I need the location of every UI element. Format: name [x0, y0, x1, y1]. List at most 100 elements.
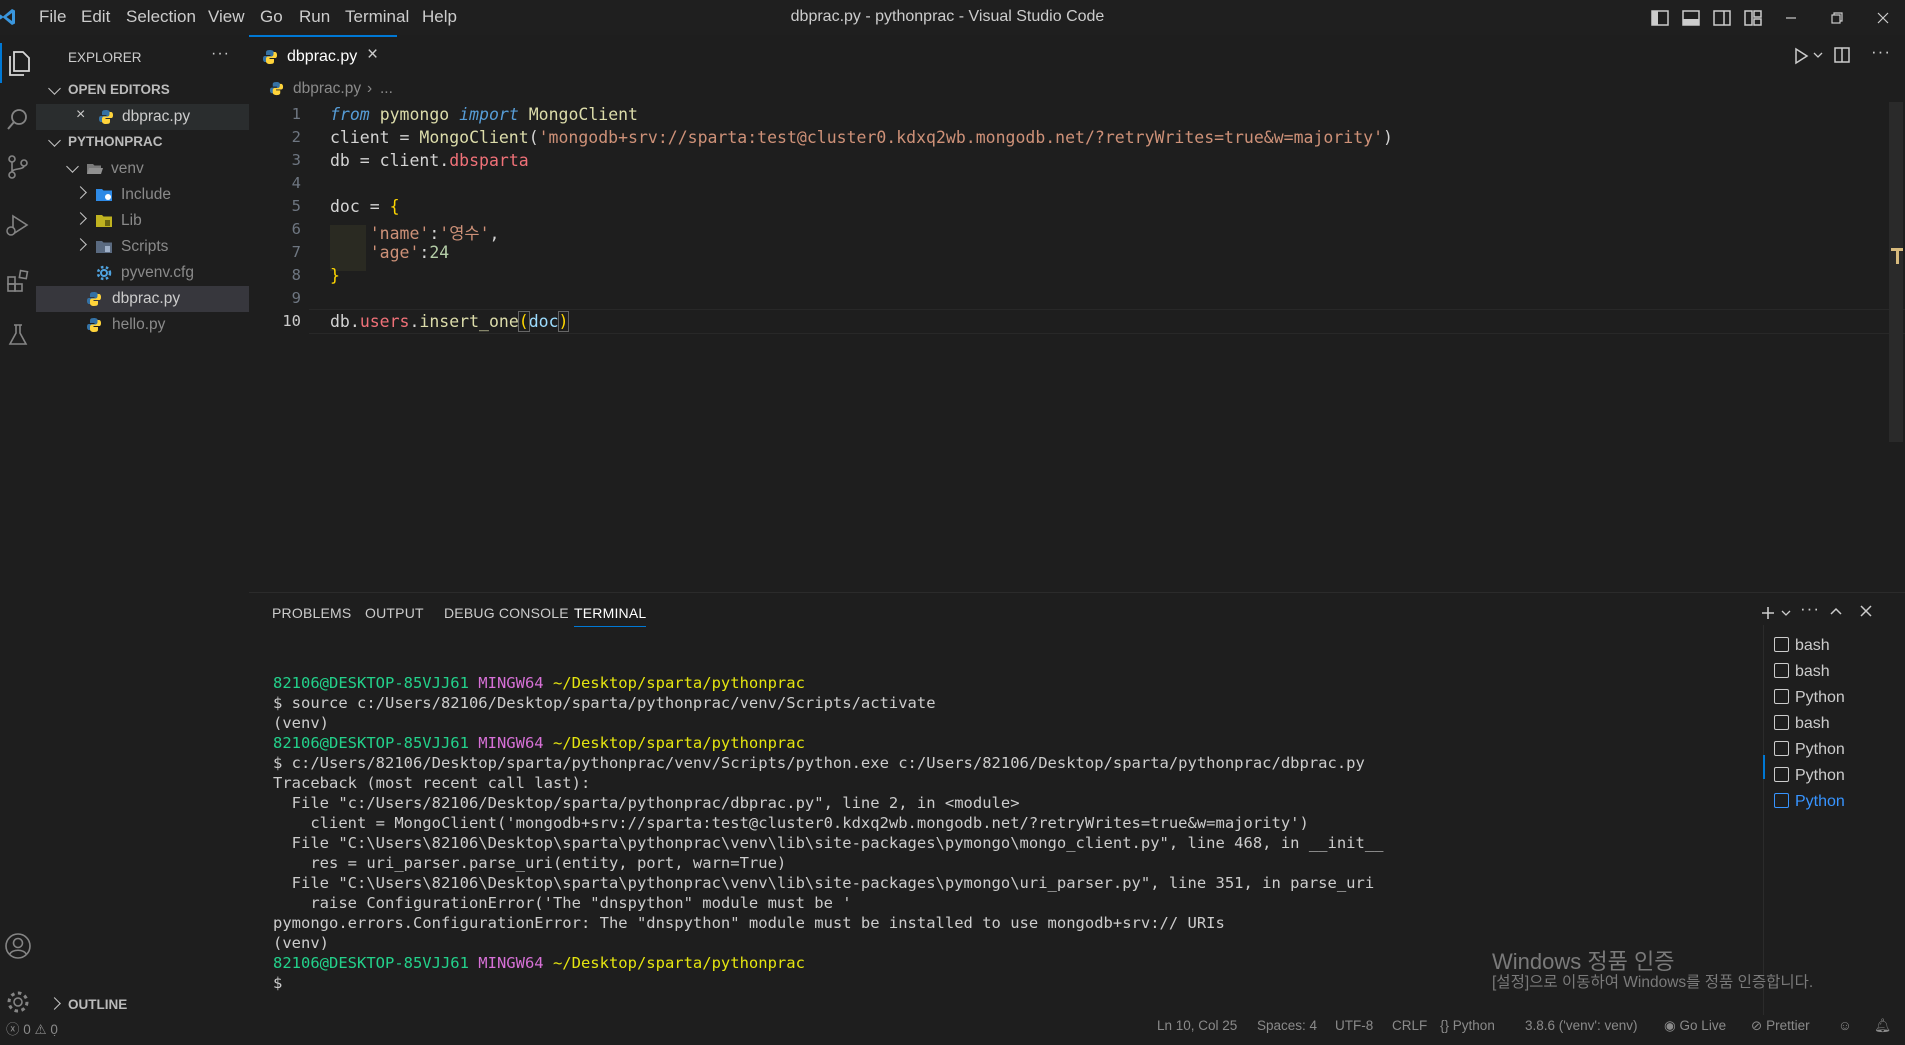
end-of-line[interactable]: CRLF — [1392, 1018, 1427, 1033]
prompt-user: 82106@DESKTOP-85VJJ61 — [273, 954, 469, 972]
double-check-icon: ⊘ — [1751, 1018, 1763, 1033]
tree-item-scripts[interactable]: Scripts — [36, 234, 249, 260]
tree-item-dbprac[interactable]: dbprac.py — [36, 286, 249, 312]
tab-terminal[interactable]: TERMINAL — [574, 605, 647, 627]
include-folder-icon — [96, 189, 112, 201]
line-number-active: 10 — [282, 312, 301, 330]
terminal-line: $ — [273, 974, 283, 992]
tree-item-hello[interactable]: hello.py — [36, 312, 249, 338]
title-bar: File Edit Selection View Go Run Terminal… — [0, 0, 1905, 35]
tree-label: hello.py — [112, 316, 166, 333]
terminal-icon — [1774, 663, 1789, 678]
line-number: 1 — [291, 105, 301, 123]
extensions-icon — [7, 269, 29, 292]
terminal-active-indicator — [1763, 755, 1765, 779]
run-debug-activity[interactable] — [0, 205, 36, 245]
line-number: 8 — [291, 266, 301, 284]
editor-more-icon[interactable]: ··· — [1871, 42, 1891, 62]
prompt-path: ~/Desktop/sparta/pythonprac — [543, 954, 805, 972]
terminal-instance[interactable]: bash — [1774, 663, 1830, 681]
code-line-10: db.users.insert_one(doc) — [330, 311, 570, 332]
prettier-button[interactable]: ⊘ Prettier — [1751, 1018, 1810, 1034]
feedback-icon[interactable]: ☺ — [1838, 1018, 1852, 1033]
toggle-primary-sidebar-icon[interactable] — [1649, 7, 1671, 29]
accounts-activity[interactable] — [0, 926, 36, 966]
cursor-position[interactable]: Ln 10, Col 25 — [1157, 1018, 1237, 1033]
code-line-8: } — [330, 266, 340, 285]
indentation[interactable]: Spaces: 4 — [1257, 1018, 1317, 1033]
tab-debug-console[interactable]: DEBUG CONSOLE — [444, 605, 569, 621]
maximize-panel-icon[interactable] — [1829, 606, 1843, 616]
encoding[interactable]: UTF-8 — [1335, 1018, 1373, 1033]
tree-item-venv[interactable]: venv — [36, 156, 249, 182]
pythonprac-folder-section[interactable]: PYTHONPRAC — [36, 130, 249, 156]
scrollbar-marker — [1896, 248, 1899, 264]
terminal-instance[interactable]: Python — [1774, 689, 1845, 707]
tree-item-include[interactable]: Include — [36, 182, 249, 208]
tree-item-lib[interactable]: Lib — [36, 208, 249, 234]
terminal-instance[interactable]: bash — [1774, 715, 1830, 733]
editor-scrollbar[interactable] — [1889, 102, 1903, 442]
terminal-icon — [1774, 715, 1789, 730]
open-editors-label: OPEN EDITORS — [68, 82, 170, 97]
split-editor-icon[interactable] — [1833, 46, 1851, 64]
tab-label: dbprac.py — [287, 48, 358, 65]
status-bar: ⓧ 0 ⚠ 0 Ln 10, Col 25 Spaces: 4 UTF-8 CR… — [0, 1015, 1905, 1038]
explorer-activity[interactable] — [0, 43, 36, 83]
account-icon — [5, 933, 31, 959]
extensions-activity[interactable] — [0, 261, 36, 301]
open-editor-item[interactable]: × dbprac.py — [36, 104, 249, 130]
open-editors-section[interactable]: OPEN EDITORS — [36, 78, 249, 104]
close-window-icon[interactable] — [1872, 7, 1894, 29]
gear-file-icon — [96, 265, 112, 281]
chevron-down-icon — [48, 134, 61, 147]
terminal-line: res = uri_parser.parse_uri(entity, port,… — [273, 854, 787, 872]
customize-layout-icon[interactable] — [1742, 7, 1764, 29]
line-number: 2 — [291, 128, 301, 146]
tab-output[interactable]: OUTPUT — [365, 605, 424, 621]
terminal-instance[interactable]: Python — [1774, 767, 1845, 785]
explorer-sidebar: EXPLORER ··· OPEN EDITORS × dbprac.py PY… — [36, 35, 249, 1038]
breadcrumb-more[interactable]: ... — [380, 80, 393, 98]
restore-icon[interactable] — [1826, 7, 1848, 29]
activity-bar — [0, 35, 36, 1025]
tab-dbprac[interactable]: dbprac.py × — [249, 35, 397, 78]
toggle-secondary-sidebar-icon[interactable] — [1711, 7, 1733, 29]
close-panel-icon[interactable] — [1860, 605, 1872, 617]
python-file-icon — [87, 292, 101, 306]
terminal-instance-active[interactable]: Python — [1774, 793, 1845, 811]
terminal-output[interactable]: 82106@DESKTOP-85VJJ61 MINGW64 ~/Desktop/… — [273, 673, 1383, 993]
code-editor[interactable]: 1 2 3 4 5 6 7 8 9 10 from pymongo import… — [249, 102, 1905, 572]
explorer-more-icon[interactable]: ··· — [211, 45, 230, 63]
breadcrumb-file[interactable]: dbprac.py — [293, 80, 361, 98]
tree-item-pyvenv-cfg[interactable]: pyvenv.cfg — [36, 260, 249, 286]
testing-activity[interactable] — [0, 315, 36, 355]
problems-indicator[interactable]: ⓧ 0 ⚠ 0 — [6, 1018, 58, 1038]
panel-more-icon[interactable]: ··· — [1800, 599, 1820, 619]
folder-label: PYTHONPRAC — [68, 134, 163, 149]
terminal-icon — [1774, 741, 1789, 756]
source-control-activity[interactable] — [0, 147, 36, 187]
tab-problems[interactable]: PROBLEMS — [272, 605, 351, 621]
terminal-icon — [1774, 767, 1789, 782]
tree-label: pyvenv.cfg — [121, 264, 194, 281]
code-line-7: 'age':24 — [369, 243, 450, 262]
language-mode[interactable]: {} Python — [1440, 1018, 1495, 1033]
python-interpreter[interactable]: 3.8.6 ('venv': venv) — [1525, 1018, 1637, 1033]
run-dropdown-icon[interactable] — [1813, 51, 1823, 59]
terminal-instance[interactable]: Python — [1774, 741, 1845, 759]
close-tab-icon[interactable]: × — [367, 44, 378, 66]
scripts-folder-icon — [96, 241, 112, 253]
minimize-icon[interactable] — [1780, 7, 1802, 29]
notifications-icon[interactable]: 🔔︎ — [1874, 1018, 1891, 1034]
new-terminal-icon[interactable] — [1760, 605, 1776, 621]
tree-label: venv — [111, 160, 144, 177]
go-live-button[interactable]: ◉ Go Live — [1664, 1018, 1726, 1034]
terminal-line: File "c:/Users/82106/Desktop/sparta/pyth… — [273, 794, 1020, 812]
run-file-icon[interactable] — [1793, 47, 1809, 65]
terminal-dropdown-icon[interactable] — [1781, 609, 1791, 617]
toggle-panel-icon[interactable] — [1680, 7, 1702, 29]
search-activity[interactable] — [0, 99, 36, 139]
close-editor-icon[interactable]: × — [76, 106, 85, 124]
terminal-instance[interactable]: bash — [1774, 637, 1830, 655]
